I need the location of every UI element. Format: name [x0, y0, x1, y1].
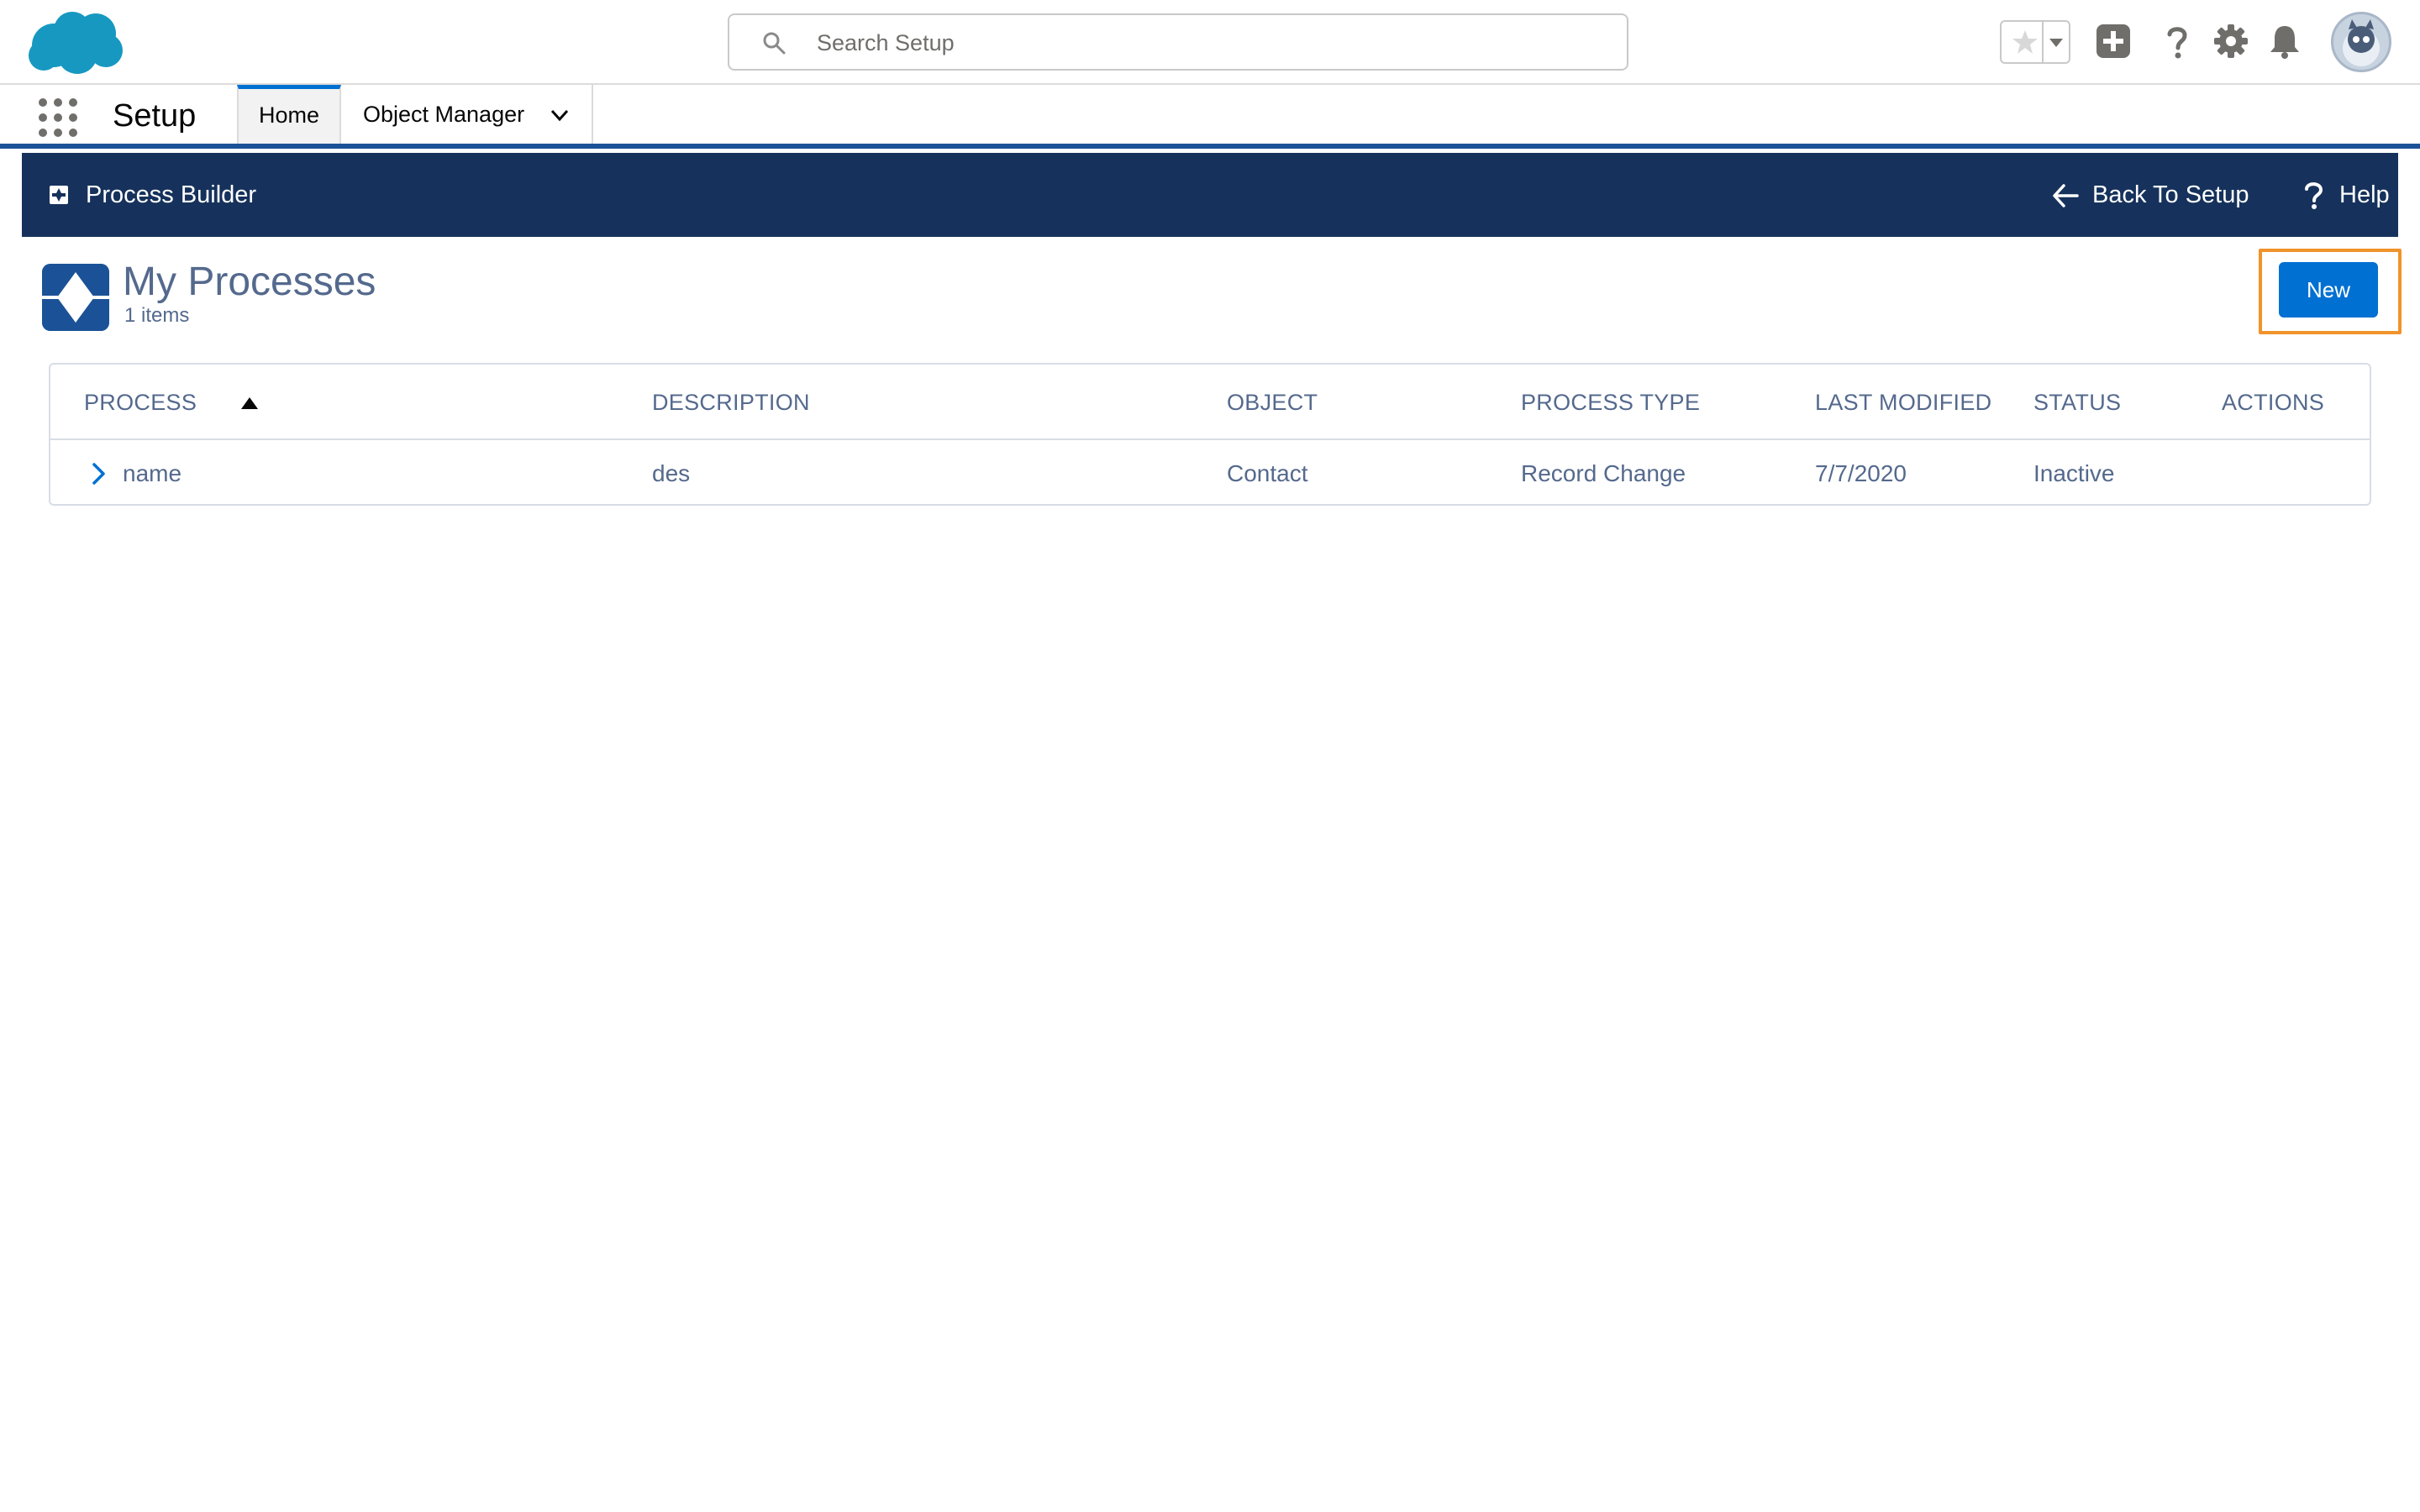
bell-icon[interactable]	[2265, 22, 2304, 60]
process-description: des	[652, 460, 691, 486]
tab-object-manager[interactable]: Object Manager	[343, 85, 593, 144]
table-header: PROCESS DESCRIPTION OBJECT PROCESS TYPE …	[50, 365, 2370, 440]
column-header-process-type[interactable]: PROCESS TYPE	[1521, 388, 1700, 417]
add-icon[interactable]	[2094, 22, 2133, 60]
column-header-process[interactable]: PROCESS	[84, 388, 258, 417]
process-object: Contact	[1227, 460, 1308, 486]
process-builder-title: Process Builder	[86, 181, 257, 208]
column-header-status[interactable]: STATUS	[2033, 388, 2121, 417]
process-builder-bar: Process Builder Back To Setup Help	[22, 153, 2398, 237]
context-bar: Setup Home Object Manager	[0, 85, 2420, 149]
search-icon	[763, 32, 786, 55]
star-icon[interactable]	[2010, 27, 2040, 57]
divider	[2042, 22, 2044, 62]
item-count: 1 items	[124, 304, 190, 327]
favorites-button-group[interactable]	[2000, 20, 2070, 64]
chevron-right-icon[interactable]	[86, 460, 111, 487]
help-icon[interactable]	[2158, 22, 2196, 60]
tab-object-manager-label: Object Manager	[363, 102, 525, 127]
new-button[interactable]: New	[2279, 262, 2378, 318]
app-launcher-icon[interactable]	[37, 97, 79, 139]
page-title: My Processes	[123, 260, 376, 304]
help-label: Help	[2339, 181, 2390, 208]
process-status: Inactive	[2033, 460, 2115, 486]
table-row[interactable]: name des Contact Record Change 7/7/2020 …	[50, 442, 2370, 506]
column-header-last-modified[interactable]: LAST MODIFIED	[1815, 388, 1991, 417]
column-header-object[interactable]: OBJECT	[1227, 388, 1318, 417]
chevron-down-icon[interactable]	[550, 105, 570, 125]
process-type: Record Change	[1521, 460, 1686, 486]
column-header-actions: ACTIONS	[2222, 390, 2325, 415]
search-placeholder: Search Setup	[817, 30, 955, 55]
chevron-down-icon[interactable]	[2047, 34, 2065, 52]
help-icon	[2305, 182, 2323, 209]
search-input[interactable]: Search Setup	[728, 13, 1628, 71]
sort-ascending-icon[interactable]	[240, 396, 259, 410]
column-header-process-label: PROCESS	[84, 390, 197, 415]
column-header-description[interactable]: DESCRIPTION	[652, 388, 810, 417]
salesforce-logo[interactable]	[25, 8, 124, 76]
avatar[interactable]	[2331, 12, 2391, 72]
app-name: Setup	[113, 98, 197, 134]
process-last-modified: 7/7/2020	[1815, 460, 1907, 486]
arrow-left-icon	[2053, 184, 2079, 207]
back-to-setup-label: Back To Setup	[2092, 181, 2249, 208]
processes-table: PROCESS DESCRIPTION OBJECT PROCESS TYPE …	[49, 363, 2371, 506]
process-builder-icon	[50, 186, 68, 204]
tab-home[interactable]: Home	[237, 85, 341, 144]
process-name[interactable]: name	[123, 459, 182, 489]
astro-avatar-icon	[2343, 19, 2380, 66]
help-link[interactable]: Help	[2301, 178, 2398, 212]
my-processes-icon	[42, 264, 109, 331]
gear-icon[interactable]	[2212, 22, 2250, 60]
global-header: Search Setup	[0, 0, 2420, 85]
